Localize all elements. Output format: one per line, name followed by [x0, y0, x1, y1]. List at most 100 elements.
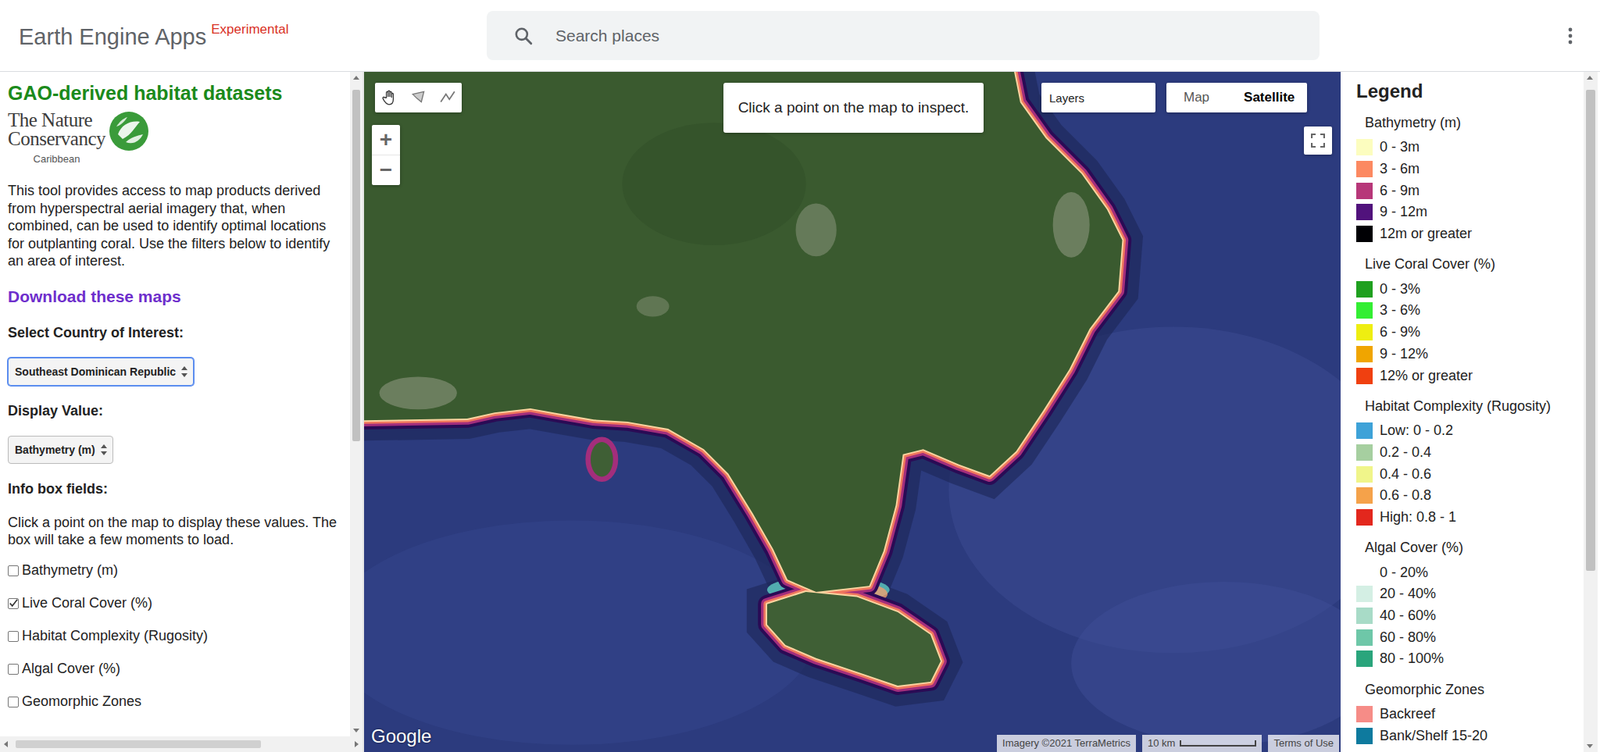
info-field[interactable]: Algal Cover (%)	[7, 653, 344, 686]
search-box[interactable]	[486, 10, 1320, 61]
layers-dropdown[interactable]: Layers	[1041, 82, 1156, 113]
scroll-down-icon[interactable]	[350, 724, 363, 737]
field-label: Geomorphic Zones	[21, 693, 142, 711]
field-label: Bathymetry (m)	[21, 562, 118, 579]
pan-tool[interactable]	[375, 82, 404, 113]
marker-tool[interactable]	[403, 82, 433, 113]
legend-label: High: 0.8 - 1	[1379, 509, 1457, 526]
search-input[interactable]	[553, 25, 1301, 47]
field-label: Algal Cover (%)	[21, 660, 121, 678]
map-type-button[interactable]: Satellite	[1226, 82, 1308, 113]
top-bar: Earth Engine AppsExperimental	[0, 0, 1600, 72]
legend-label: Low: 0 - 0.2	[1379, 422, 1454, 440]
legend-swatch	[1356, 160, 1373, 178]
map-type-button[interactable]: Map	[1166, 82, 1227, 113]
info-field[interactable]: Bathymetry (m)	[7, 554, 344, 588]
search-icon[interactable]	[513, 25, 534, 47]
info-field-list: Bathymetry (m) Live Coral Cover (%)Habita…	[7, 554, 344, 719]
legend-item: 20 - 40%	[1356, 583, 1584, 606]
scroll-down-icon[interactable]	[1583, 739, 1597, 752]
inspect-hint: Click a point on the map to inspect.	[723, 82, 984, 133]
google-logo: Google	[371, 725, 432, 748]
legend-item: 0.4 - 0.6	[1356, 463, 1584, 486]
scroll-up-icon[interactable]	[350, 71, 363, 85]
logo-text: The NatureConservancyCaribbean	[7, 110, 106, 165]
scroll-track	[1583, 84, 1598, 740]
logo-line: Conservancy	[7, 129, 106, 149]
legend-item: Low: 0 - 0.2	[1356, 420, 1584, 443]
checkbox[interactable]	[7, 696, 19, 708]
scale-line	[1179, 740, 1257, 747]
legend-section-title: Live Coral Cover (%)	[1364, 254, 1584, 274]
legend-item: 3 - 6m	[1356, 158, 1584, 181]
scroll-thumb[interactable]	[15, 740, 261, 749]
legend-section-title: Bathymetry (m)	[1364, 113, 1584, 133]
tnc-logo: The NatureConservancyCaribbean	[7, 110, 344, 165]
legend-label: 9 - 12%	[1379, 346, 1429, 363]
display-select[interactable]: Bathymetry (m)	[7, 435, 114, 465]
display-field: Bathymetry (m)	[7, 435, 344, 465]
app-title[interactable]: Earth Engine Apps	[18, 24, 207, 50]
legend-item: Backreef	[1356, 703, 1584, 726]
legend-section: Bathymetry (m)0 - 3m3 - 6m6 - 9m9 - 12m1…	[1356, 113, 1584, 245]
legend-swatch	[1356, 564, 1373, 582]
download-link[interactable]: Download these maps	[7, 285, 344, 308]
legend-label: 20 - 40%	[1379, 585, 1436, 603]
line-icon	[439, 89, 457, 107]
legend-items: 0 - 3%3 - 6%6 - 9%9 - 12%12% or greater	[1356, 278, 1584, 386]
checkbox[interactable]	[7, 565, 19, 577]
zoom-out-button[interactable]: −	[371, 154, 400, 186]
fullscreen-button[interactable]	[1303, 126, 1333, 155]
legend-item: 0 - 3m	[1356, 136, 1584, 159]
sidebar-hscrollbar[interactable]	[0, 736, 363, 752]
country-select[interactable]: Southeast Dominican Republic	[7, 357, 194, 386]
sidebar-scrollbar[interactable]	[350, 71, 363, 737]
legend-label: 0.2 - 0.4	[1379, 444, 1432, 461]
zoom-in-button[interactable]: +	[371, 125, 400, 155]
legend-section-title: Algal Cover (%)	[1364, 538, 1584, 558]
legend-swatch	[1356, 302, 1373, 319]
scroll-thumb[interactable]	[1585, 89, 1596, 572]
legend-item: High: 0.8 - 1	[1356, 507, 1584, 529]
fullscreen-icon	[1310, 133, 1325, 148]
legend-items: 0 - 20%20 - 40%40 - 60%60 - 80%80 - 100%	[1356, 561, 1584, 670]
legend-label: 6 - 9%	[1379, 324, 1421, 341]
scroll-up-icon[interactable]	[1583, 71, 1597, 85]
legend-item: 60 - 80%	[1356, 626, 1584, 649]
legend-label: 60 - 80%	[1379, 629, 1436, 647]
select-arrows-icon	[180, 365, 189, 379]
checkbox[interactable]	[7, 631, 19, 643]
legend-item: 0.2 - 0.4	[1356, 442, 1584, 465]
legend: LegendBathymetry (m)0 - 3m3 - 6m6 - 9m9 …	[1340, 71, 1584, 752]
info-field[interactable]: Habitat Complexity (Rugosity)	[7, 620, 344, 654]
info-field[interactable]: Live Coral Cover (%)	[7, 587, 344, 621]
sidebar: GAO-derived habitat datasetsThe NatureCo…	[0, 71, 365, 752]
legend-label: 80 - 100%	[1379, 650, 1444, 668]
scroll-left-icon[interactable]	[0, 738, 13, 751]
legend-section-title: Geomorphic Zones	[1364, 680, 1584, 700]
map[interactable]: Click a point on the map to inspect. Laye…	[364, 71, 1341, 752]
more-menu-icon[interactable]	[1567, 26, 1574, 46]
info-label: Info box fields:	[7, 479, 344, 499]
checkbox[interactable]	[7, 598, 19, 610]
line-tool[interactable]	[432, 82, 462, 113]
scroll-right-icon[interactable]	[350, 738, 363, 751]
legend-title: Legend	[1356, 79, 1584, 104]
app-root: Earth Engine AppsExperimentalGAO-derived…	[0, 0, 1600, 752]
legend-label: 0 - 3m	[1379, 139, 1420, 156]
terms-link[interactable]: Terms of Use	[1267, 735, 1340, 752]
legend-item: 0 - 3%	[1356, 278, 1584, 300]
scroll-thumb[interactable]	[352, 89, 361, 442]
satellite-map[interactable]	[364, 71, 1341, 752]
legend-swatch	[1356, 422, 1373, 440]
legend-item: 6 - 9%	[1356, 321, 1584, 344]
checkbox[interactable]	[7, 664, 19, 675]
legend-swatch	[1356, 225, 1373, 243]
legend-item: 0 - 20%	[1356, 561, 1584, 584]
legend-items: 0 - 3m3 - 6m6 - 9m9 - 12m12m or greater	[1356, 136, 1584, 245]
legend-scrollbar[interactable]	[1583, 71, 1598, 752]
info-help: Click a point on the map to display thes…	[7, 514, 344, 549]
legend-swatch	[1356, 706, 1373, 723]
legend-swatch	[1356, 728, 1373, 745]
info-field[interactable]: Geomorphic Zones	[7, 685, 344, 719]
